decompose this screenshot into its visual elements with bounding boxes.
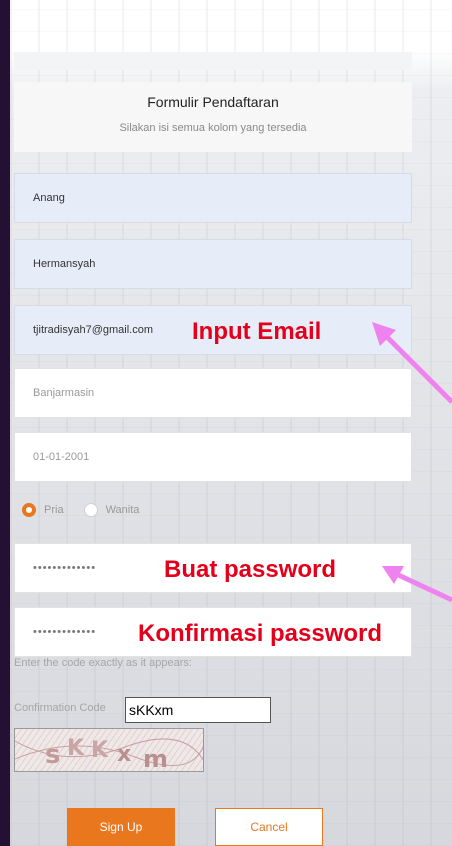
arrow-password: [390, 569, 452, 603]
annotation-email: Input Email: [192, 318, 322, 345]
arrow-email: [380, 330, 452, 404]
annotation-confirm: Konfirmasi password: [138, 620, 383, 647]
annotation-password: Buat password: [164, 556, 337, 583]
annotation-arrows: [372, 322, 452, 603]
